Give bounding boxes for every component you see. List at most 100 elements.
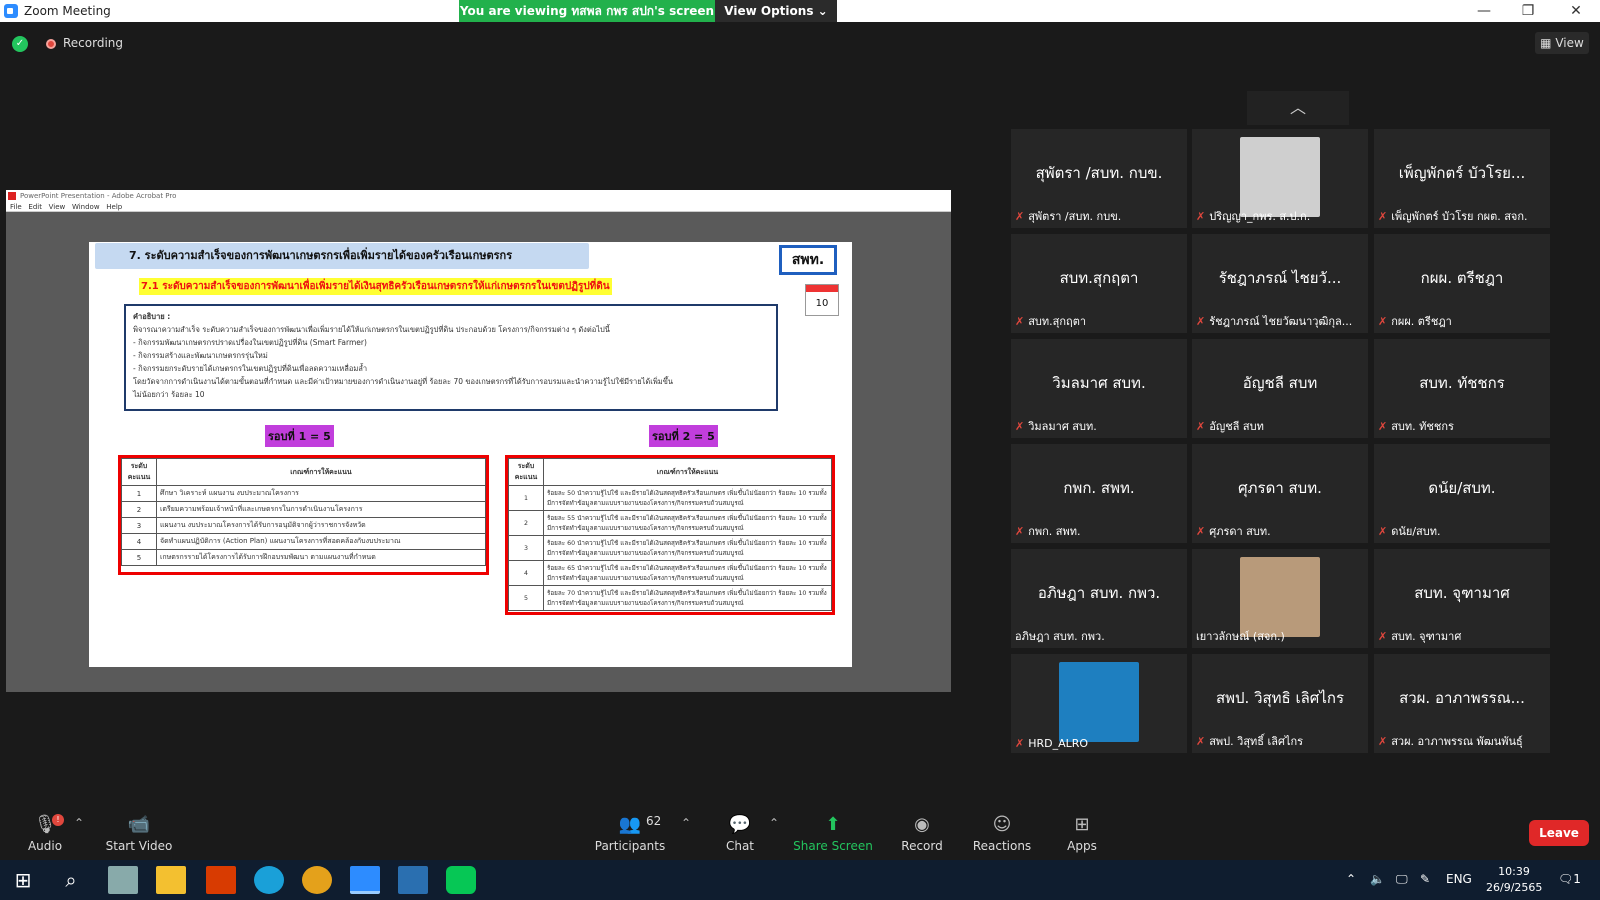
participant-name-label: ✗ อัญชลี สบท	[1196, 417, 1264, 435]
calendar-icon: 10	[805, 284, 839, 316]
col-header: เกณฑ์การให้คะแนน	[543, 458, 832, 486]
definition-box: คำอธิบาย : พิจารณาความสำเร็จ ระดับความสำ…	[124, 304, 778, 411]
participant-label-text: ศุภรดา สบท.	[1209, 525, 1271, 538]
chrome-browser-icon[interactable]	[302, 866, 332, 894]
slide-page: 7. ระดับความสำเร็จของการพัฒนาเกษตรกรเพื่…	[89, 242, 852, 667]
view-options-button[interactable]: View Options ⌄	[715, 0, 837, 22]
muted-mic-icon: ✗	[1015, 525, 1025, 538]
participant-tile[interactable]: สบท.สุกฤตา ✗ สบท.สุกฤตา	[1011, 234, 1187, 333]
participant-label-text: กผผ. ตรีชฎา	[1391, 315, 1452, 328]
muted-mic-icon: ✗	[1015, 737, 1025, 750]
participant-tile[interactable]: อัญชลี สบท ✗ อัญชลี สบท	[1192, 339, 1368, 438]
participant-tile[interactable]: สวผ. อาภาพรรณ... ✗ สวผ. อาภาพรรณ พัฒนพันธุ…	[1374, 654, 1550, 753]
table-cell: 1	[508, 485, 544, 511]
participant-tile[interactable]: สบท. ทัชชกร ✗ สบท. ทัชชกร	[1374, 339, 1550, 438]
participant-tile[interactable]: อภิษฎา สบท. กพว. อภิษฎา สบท. กพว.	[1011, 549, 1187, 648]
security-shield-icon[interactable]: ✓	[12, 36, 28, 52]
table-row: 3 ร้อยละ 60 นำความรู้ไปใช้ และมีรายได้เงิ…	[508, 535, 832, 561]
participant-display-name: สวผ. อาภาพรรณ...	[1399, 689, 1525, 707]
table-cell: 1	[121, 485, 157, 502]
slide-subheading: 7.1 ระดับความสำเร็จของการพัฒนาเพื่อเพิ่ม…	[139, 278, 612, 295]
zoom-logo-icon	[4, 4, 18, 18]
participant-display-name: สพป. วิสุทธิ เลิศไกร	[1215, 689, 1344, 707]
reactions-button[interactable]: ☺ Reactions	[957, 814, 1047, 858]
apps-button[interactable]: ⊞ Apps	[1037, 814, 1127, 858]
table-cell: 3	[508, 535, 544, 561]
participant-tile[interactable]: เพ็ญพักตร์ บัวโรย... ✗ เพ็ญพักตร์ บัวโรย ก…	[1374, 129, 1550, 228]
close-button[interactable]: ✕	[1556, 2, 1596, 20]
explorer-folder-icon[interactable]	[156, 866, 186, 894]
participant-name-label: ✗ สบท. จุฑามาศ	[1378, 627, 1461, 645]
minimize-button[interactable]: —	[1464, 2, 1504, 20]
leave-button[interactable]: Leave	[1529, 820, 1589, 846]
office-icon[interactable]	[206, 866, 236, 894]
network-icon[interactable]: 🖵	[1396, 872, 1408, 887]
participants-label: Participants	[594, 839, 666, 853]
zoom-taskbar-icon[interactable]	[350, 866, 380, 894]
slide-tag: สพท.	[779, 245, 837, 275]
muted-mic-icon: ✗	[1015, 420, 1025, 433]
volume-icon[interactable]: 🔈	[1370, 872, 1385, 886]
table-header-row: ระดับคะแนน เกณฑ์การให้คะแนน	[508, 458, 832, 486]
participant-tile[interactable]: สพป. วิสุทธิ เลิศไกร ✗ สพป. วิสุทธิ์ เลิศไ…	[1192, 654, 1368, 753]
view-layout-button[interactable]: ▦ View	[1535, 32, 1589, 54]
muted-mic-icon: ✗	[1378, 420, 1388, 433]
audio-options-caret[interactable]: ⌃	[74, 816, 84, 830]
table-row: 1 ศึกษา วิเคราะห์ แผนงาน งบประมาณโครงการ	[121, 485, 486, 502]
participant-tile[interactable]: ✗ HRD_ALRO	[1011, 654, 1187, 753]
language-indicator[interactable]: ENG	[1446, 872, 1472, 886]
participant-tile[interactable]: สุพัตรา /สบท. กบข. ✗ สุพัตรา /สบท. กบข.	[1011, 129, 1187, 228]
participant-label-text: รัชฎาภรณ์ ไชยวัฒนาวุฒิกุล...	[1209, 315, 1353, 328]
participant-name-label: ✗ ศุภรดา สบท.	[1196, 522, 1271, 540]
participant-tile[interactable]: ศุภรดา สบท. ✗ ศุภรดา สบท.	[1192, 444, 1368, 543]
edge-browser-icon[interactable]	[254, 866, 284, 894]
notifications-icon[interactable]: 🗨1	[1558, 872, 1581, 886]
participant-name-label: อภิษฎา สบท. กพว.	[1015, 627, 1105, 645]
participant-display-name: ศุภรดา สบท.	[1238, 479, 1322, 497]
round-2-table: ระดับคะแนน เกณฑ์การให้คะแนน 1 ร้อยละ 50 น…	[505, 455, 835, 615]
participant-avatar	[1059, 662, 1139, 742]
participant-tile[interactable]: ✗ ปริญญา_กพร. ส.ป.ก.	[1192, 129, 1368, 228]
muted-mic-icon: ✗	[1196, 525, 1206, 538]
participant-label-text: สวผ. อาภาพรรณ พัฒนพันธุ์	[1391, 735, 1523, 748]
participant-tile[interactable]: รัชฎาภรณ์ ไชยวั... ✗ รัชฎาภรณ์ ไชยวัฒนาวุฒ…	[1192, 234, 1368, 333]
participants-options-caret[interactable]: ⌃	[681, 816, 691, 830]
maximize-button[interactable]: ❐	[1508, 2, 1548, 20]
tray-overflow-icon[interactable]: ⌃	[1346, 872, 1356, 886]
participant-tile[interactable]: กพก. สพท. ✗ กพก. สพท.	[1011, 444, 1187, 543]
participant-name-label: ✗ HRD_ALRO	[1015, 737, 1088, 750]
record-button[interactable]: ◉ Record	[877, 814, 967, 858]
participant-tile[interactable]: กผผ. ตรีชฎา ✗ กผผ. ตรีชฎา	[1374, 234, 1550, 333]
participant-display-name: อภิษฎา สบท. กพว.	[1037, 584, 1161, 602]
participant-name-label: เยาวลักษณ์ (สจก.)	[1196, 627, 1285, 645]
participant-name-label: ✗ ดนัย/สบท.	[1378, 522, 1440, 540]
share-screen-button[interactable]: ⬆ Share Screen	[788, 814, 878, 858]
start-video-button[interactable]: 📹 Start Video	[94, 814, 184, 858]
view-label: View	[1555, 36, 1584, 50]
chat-options-caret[interactable]: ⌃	[769, 816, 779, 830]
participant-tile[interactable]: สบท. จุฑามาศ ✗ สบท. จุฑามาศ	[1374, 549, 1550, 648]
participant-tile[interactable]: ดนัย/สบท. ✗ ดนัย/สบท.	[1374, 444, 1550, 543]
muted-mic-icon: ✗	[1378, 630, 1388, 643]
windows-start-icon[interactable]: ⊞	[8, 866, 38, 894]
line-app-icon[interactable]	[446, 866, 476, 894]
participant-tile[interactable]: เยาวลักษณ์ (สจก.)	[1192, 549, 1368, 648]
muted-mic-icon: ✗	[1196, 420, 1206, 433]
participant-tile[interactable]: วิมลมาศ สบท. ✗ วิมลมาศ สบท.	[1011, 339, 1187, 438]
definition-line: - กิจกรรมสร้างและพัฒนาเกษตรกรรุ่นใหม่	[133, 351, 268, 360]
slide-heading: 7. ระดับความสำเร็จของการพัฒนาเกษตรกรเพื่…	[95, 243, 589, 269]
taskbar-clock[interactable]: 10:39 26/9/2565	[1486, 864, 1542, 896]
participant-name-label: ✗ สพป. วิสุทธิ์ เลิศไกร	[1196, 732, 1303, 750]
gallery-scroll-up-button[interactable]: ︿	[1247, 91, 1349, 125]
search-icon[interactable]: ⌕	[56, 866, 86, 894]
participants-button[interactable]: 👥 Participants	[585, 814, 675, 858]
shared-app-menu: File Edit View Window Help	[6, 202, 951, 212]
pen-icon[interactable]: ✎	[1420, 872, 1430, 886]
muted-mic-icon: ✗	[1378, 525, 1388, 538]
participant-label-text: สบท. ทัชชกร	[1391, 420, 1454, 433]
record-icon: ◉	[914, 814, 930, 835]
photos-icon[interactable]	[398, 866, 428, 894]
notification-count: 1	[1573, 872, 1581, 886]
file-manager-icon[interactable]	[108, 866, 138, 894]
participant-label-text: กพก. สพท.	[1028, 525, 1081, 538]
